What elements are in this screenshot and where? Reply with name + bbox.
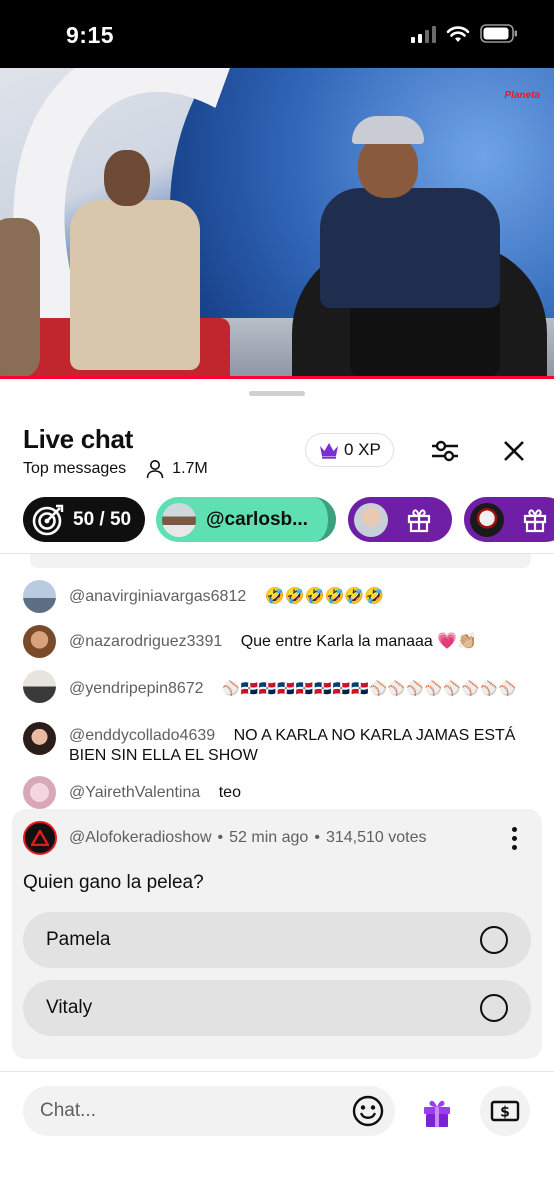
divider	[0, 1071, 554, 1072]
live-chat-sheet: Live chat Top messages 1.7M 0 XP 50 / 50…	[0, 379, 554, 1199]
avatar	[23, 580, 56, 613]
poll-question: Quien gano la pelea?	[23, 872, 204, 893]
message-text: 🤣🤣🤣🤣🤣🤣	[264, 588, 385, 605]
status-bar: 9:15	[0, 0, 554, 68]
viewer-count: 1.7M	[146, 459, 208, 479]
filter-button[interactable]	[425, 431, 465, 471]
chat-highlights-row: 50 / 50 @carlosb...	[23, 497, 554, 542]
gift-button[interactable]	[415, 1091, 459, 1135]
super-chat-user: @carlosb...	[206, 508, 308, 530]
dollar-bill-icon: $	[490, 1100, 520, 1122]
battery-icon	[480, 24, 517, 43]
channel-watermark-logo: Planeta	[504, 90, 540, 101]
drag-handle[interactable]	[249, 391, 305, 396]
super-chat-pill[interactable]: @carlosb...	[156, 497, 336, 542]
poll-author[interactable]: @Alofokeradioshow	[69, 829, 212, 847]
status-time: 9:15	[66, 22, 115, 48]
emoji-icon[interactable]	[351, 1094, 385, 1128]
message-author: @enddycollado4639	[69, 727, 216, 744]
more-options-icon[interactable]	[504, 823, 524, 853]
message-text: Que entre Karla la manaaa 💗👏🏼	[240, 633, 478, 650]
avatar	[162, 502, 196, 537]
video-person-left	[0, 218, 40, 378]
avatar	[23, 722, 56, 755]
poll-option-pamela[interactable]: Pamela	[23, 912, 531, 968]
poll-option-label: Vitaly	[46, 997, 93, 1018]
chat-input-placeholder: Chat...	[40, 1100, 96, 1121]
poll-header: @Alofokeradioshow • 52 min ago • 314,510…	[23, 821, 426, 855]
avatar	[354, 502, 388, 537]
avatar	[23, 776, 56, 809]
viewer-count-value: 1.7M	[172, 460, 208, 477]
avatar	[23, 670, 56, 703]
gift-icon	[407, 508, 431, 532]
poll-time: 52 min ago	[229, 829, 309, 846]
super-chat-button[interactable]: $	[480, 1086, 530, 1136]
crown-icon	[320, 443, 338, 459]
person-icon	[146, 460, 164, 479]
goal-value: 50 / 50	[73, 508, 132, 530]
status-icons	[411, 24, 518, 43]
message-text: ⚾🇩🇴🇩🇴🇩🇴🇩🇴🇩🇴🇩🇴🇩🇴⚾⚾⚾⚾⚾⚾⚾⚾	[222, 680, 517, 696]
separator: •	[217, 829, 224, 846]
chat-input[interactable]: Chat...	[23, 1086, 395, 1136]
goal-pill[interactable]: 50 / 50	[23, 497, 145, 542]
gift-pill[interactable]	[348, 497, 452, 542]
gift-icon	[523, 508, 547, 532]
video-person-cap	[320, 116, 520, 376]
channel-logo-icon	[23, 821, 57, 855]
radio-button[interactable]	[480, 994, 508, 1022]
message-author: @anavirginiavargas6812	[69, 588, 247, 605]
message-text: teo	[218, 784, 241, 801]
gift-pill[interactable]	[464, 497, 554, 542]
gift-icon	[424, 1100, 450, 1127]
separator: •	[314, 829, 320, 846]
pinned-message-edge	[30, 554, 531, 568]
chat-mode-selector[interactable]: Top messages 1.7M	[23, 459, 208, 479]
poll-card: @Alofokeradioshow • 52 min ago • 314,510…	[12, 809, 542, 1059]
svg-text:$: $	[500, 1105, 510, 1121]
poll-option-label: Pamela	[46, 929, 111, 950]
video-player[interactable]: Planeta	[0, 68, 554, 378]
chat-mode-label: Top messages	[23, 460, 127, 477]
xp-value: 0 XP	[344, 440, 381, 459]
poll-option-vitaly[interactable]: Vitaly	[23, 980, 531, 1036]
chat-title: Live chat	[23, 424, 134, 454]
radio-button[interactable]	[480, 926, 508, 954]
message-author: @nazarodriguez3391	[69, 633, 223, 650]
video-person-sunglasses	[60, 150, 210, 370]
sliders-icon	[432, 440, 458, 462]
close-button[interactable]	[494, 431, 534, 471]
avatar	[23, 625, 56, 658]
cellular-signal-icon	[411, 25, 436, 43]
xp-badge[interactable]: 0 XP	[305, 433, 394, 467]
wifi-icon	[446, 25, 470, 42]
close-icon	[504, 441, 524, 461]
message-author: @YairethValentina	[69, 784, 201, 801]
message-author: @yendripepin8672	[69, 680, 204, 697]
target-icon	[32, 504, 64, 535]
avatar	[470, 502, 504, 537]
poll-votes: 314,510 votes	[325, 829, 427, 846]
